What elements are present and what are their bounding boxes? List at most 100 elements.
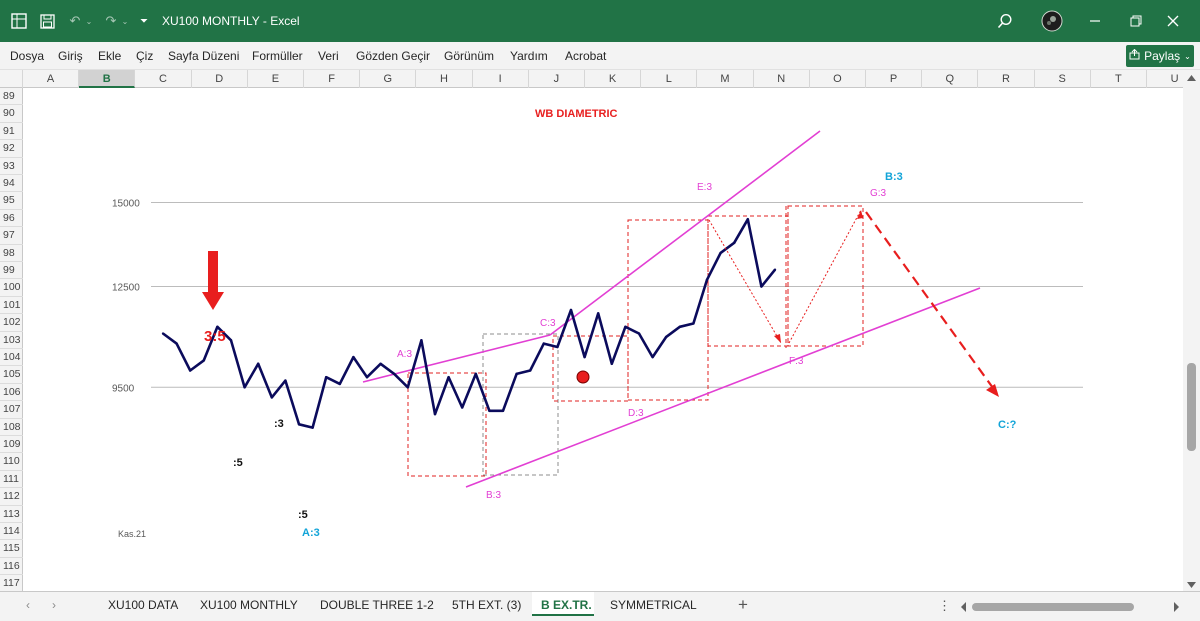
row-header-92[interactable]: 92 <box>0 140 23 158</box>
row-header-114[interactable]: 114 <box>0 523 23 541</box>
column-header-e[interactable]: E <box>248 70 304 88</box>
tab-b-ex-tr[interactable]: B EX.TR. <box>541 598 592 612</box>
menu-ekle[interactable]: Ekle <box>98 49 121 63</box>
menu-gozden-gecir[interactable]: Gözden Geçir <box>356 49 430 63</box>
row-header-112[interactable]: 112 <box>0 488 23 506</box>
down-arrow-head <box>202 292 224 310</box>
row-header-100[interactable]: 100 <box>0 279 23 297</box>
add-sheet-button[interactable]: + <box>738 595 748 615</box>
row-header-113[interactable]: 113 <box>0 506 23 523</box>
share-button[interactable]: Paylaş ⌄ <box>1126 45 1194 67</box>
scroll-up-icon[interactable] <box>1187 75 1196 81</box>
row-header-94[interactable]: 94 <box>0 175 23 193</box>
row-header-89[interactable]: 89 <box>0 88 23 106</box>
row-header-109[interactable]: 109 <box>0 436 23 454</box>
row-header-95[interactable]: 95 <box>0 192 23 210</box>
column-header-s[interactable]: S <box>1035 70 1091 88</box>
row-header-96[interactable]: 96 <box>0 210 23 228</box>
tab-xu100-data[interactable]: XU100 DATA <box>108 598 178 612</box>
column-header-m[interactable]: M <box>697 70 754 88</box>
column-header-t[interactable]: T <box>1091 70 1147 88</box>
column-header-f[interactable]: F <box>304 70 361 88</box>
data-point <box>556 345 559 349</box>
data-point <box>515 372 518 376</box>
column-header-c[interactable]: C <box>135 70 192 88</box>
undo-icon[interactable]: ↶ <box>66 12 84 30</box>
column-header-r[interactable]: R <box>978 70 1035 88</box>
tab-5th-ext[interactable]: 5TH EXT. (3) <box>452 598 521 612</box>
search-icon[interactable] <box>994 10 1016 32</box>
customize-toolbar-icon[interactable]: ⏷ <box>138 12 150 30</box>
row-header-97[interactable]: 97 <box>0 227 23 245</box>
column-header-o[interactable]: O <box>810 70 866 88</box>
column-header-l[interactable]: L <box>641 70 698 88</box>
data-point <box>420 339 423 342</box>
menu-acrobat[interactable]: Acrobat <box>565 49 606 63</box>
row-header-91[interactable]: 91 <box>0 123 23 141</box>
column-header-q[interactable]: Q <box>922 70 979 88</box>
tab-xu100-monthly[interactable]: XU100 MONTHLY <box>200 598 298 612</box>
row-header-93[interactable]: 93 <box>0 158 23 175</box>
menu-giris[interactable]: Giriş <box>58 49 83 63</box>
column-header-d[interactable]: D <box>192 70 248 88</box>
row-header-105[interactable]: 105 <box>0 366 23 384</box>
row-header-106[interactable]: 106 <box>0 384 23 402</box>
save-icon[interactable] <box>38 12 56 30</box>
row-header-98[interactable]: 98 <box>0 245 23 262</box>
menu-formuller[interactable]: Formüller <box>252 49 303 63</box>
row-header-117[interactable]: 117 <box>0 575 23 593</box>
column-header-p[interactable]: P <box>866 70 923 88</box>
tab-scroll-left-icon[interactable]: ‹ <box>26 598 30 612</box>
data-point <box>678 325 681 329</box>
column-header-b[interactable]: B <box>79 70 136 88</box>
row-header-103[interactable]: 103 <box>0 332 23 349</box>
row-header-101[interactable]: 101 <box>0 297 23 315</box>
column-header-j[interactable]: J <box>529 70 585 88</box>
row-header-108[interactable]: 108 <box>0 419 23 436</box>
avatar[interactable] <box>1041 10 1063 32</box>
xu100-chart[interactable]: 15000 12500 9500 Kas.21 WB DIAMETRIC 3:5:3:5… <box>23 88 1183 591</box>
row-header-111[interactable]: 111 <box>0 471 23 489</box>
redo-dropdown-icon[interactable]: ⌄ <box>120 12 130 30</box>
row-header-104[interactable]: 104 <box>0 349 23 367</box>
column-header-h[interactable]: H <box>416 70 473 88</box>
row-header-99[interactable]: 99 <box>0 262 23 280</box>
minimize-icon[interactable] <box>1084 10 1106 32</box>
x-tick-label: Kas.21 <box>118 529 146 539</box>
row-header-110[interactable]: 110 <box>0 453 23 471</box>
row-header-102[interactable]: 102 <box>0 314 23 332</box>
menu-yardim[interactable]: Yardım <box>510 49 548 63</box>
column-header-a[interactable]: A <box>23 70 80 88</box>
row-header-90[interactable]: 90 <box>0 105 23 123</box>
redo-icon[interactable]: ↷ <box>102 12 120 30</box>
row-header-115[interactable]: 115 <box>0 540 23 558</box>
hscroll-thumb[interactable] <box>972 603 1134 611</box>
menu-sayfa-duzeni[interactable]: Sayfa Düzeni <box>168 49 239 63</box>
menu-ciz[interactable]: Çiz <box>136 49 153 63</box>
column-header-n[interactable]: N <box>754 70 810 88</box>
hscroll-right-icon[interactable] <box>1174 602 1179 612</box>
row-header-116[interactable]: 116 <box>0 558 23 576</box>
tab-scroll-right-icon[interactable]: › <box>52 598 56 612</box>
worksheet-grid[interactable]: 15000 12500 9500 Kas.21 WB DIAMETRIC 3:5:3:5… <box>23 88 1183 591</box>
row-header-107[interactable]: 107 <box>0 401 23 419</box>
menu-dosya[interactable]: Dosya <box>10 49 44 63</box>
column-header-g[interactable]: G <box>360 70 417 88</box>
menu-veri[interactable]: Veri <box>318 49 339 63</box>
menu-gorunum[interactable]: Görünüm <box>444 49 494 63</box>
close-icon[interactable] <box>1162 10 1184 32</box>
vertical-scrollbar[interactable] <box>1183 70 1200 591</box>
restore-icon[interactable] <box>1125 10 1147 32</box>
scroll-down-icon[interactable] <box>1187 582 1196 588</box>
tab-double-three[interactable]: DOUBLE THREE 1-2 <box>320 598 434 612</box>
horizontal-scrollbar[interactable] <box>958 600 1183 614</box>
tab-symmetrical[interactable]: SYMMETRICAL <box>610 598 697 612</box>
column-header-i[interactable]: I <box>473 70 529 88</box>
scroll-thumb[interactable] <box>1187 363 1196 451</box>
more-options-icon[interactable]: ⋮ <box>938 598 951 614</box>
y-tick-label: 9500 <box>112 383 135 394</box>
select-all-corner[interactable] <box>0 70 23 88</box>
undo-dropdown-icon[interactable]: ⌄ <box>84 12 94 30</box>
column-header-k[interactable]: K <box>585 70 642 88</box>
hscroll-left-icon[interactable] <box>961 602 966 612</box>
